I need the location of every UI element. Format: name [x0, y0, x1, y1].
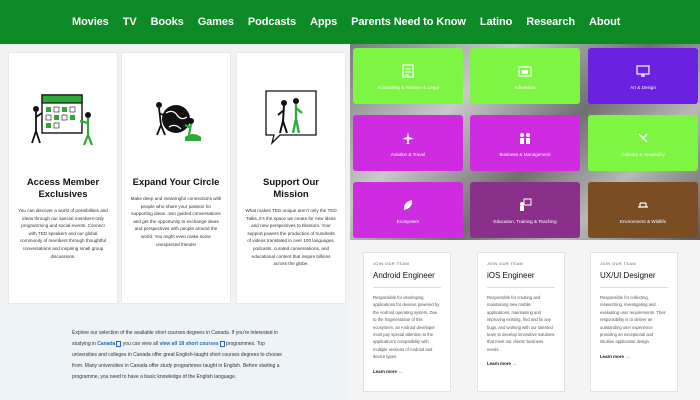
nav-item-about[interactable]: About: [589, 16, 620, 28]
card-body: What makes TED unique aren't only the TE…: [245, 208, 337, 267]
all-courses-link[interactable]: view all 18 short courses: [159, 341, 218, 347]
speech-bubble-people-illustration-icon: [245, 61, 337, 171]
arrow-right-icon: →: [625, 353, 630, 359]
leaf-icon: [400, 197, 416, 213]
chef-icon: [635, 130, 651, 146]
tile-label: Art & Design: [630, 84, 656, 90]
category-tile-education[interactable]: Education, Training & Teaching: [470, 182, 580, 238]
monitor-icon: [635, 63, 651, 79]
card-title: Expand Your Circle: [132, 177, 220, 188]
top-nav: Movies TV Books Games Podcasts Apps Pare…: [0, 0, 700, 44]
teacher-icon: [517, 197, 533, 213]
divider: [600, 287, 668, 288]
careers-section: Accounting & Finance & Legal Admission A…: [350, 44, 700, 400]
learn-more-link[interactable]: Learn more →: [373, 369, 441, 374]
tile-label: Aviation & Travel: [390, 151, 426, 157]
tree-icon: [635, 197, 651, 213]
document-icon: [400, 63, 416, 79]
job-description: Responsible for creating and maintaining…: [487, 295, 555, 352]
intro-text-part: you can view all: [121, 341, 160, 347]
tile-label: Business & Management: [499, 151, 551, 157]
airplane-icon: [400, 130, 416, 146]
card-title: Support Our Mission: [263, 177, 319, 200]
folder-icon: [517, 63, 533, 79]
tile-label: Admission: [514, 84, 536, 90]
calendar-illustration-icon: [17, 61, 109, 171]
membership-benefits-section: Access Member Exclusives You can discove…: [0, 44, 350, 400]
learn-more-link[interactable]: Learn more →: [600, 354, 668, 359]
divider: [487, 287, 555, 288]
category-tile-business[interactable]: Business & Management: [470, 115, 580, 171]
category-tile-aviation[interactable]: Aviation & Travel: [353, 115, 463, 171]
courses-intro-section: Explore our selection of the available s…: [0, 306, 350, 400]
job-eyebrow: JOIN OUR TEAM: [487, 262, 524, 266]
category-tile-culinary[interactable]: Culinary & Hospitality: [588, 115, 698, 171]
courses-intro-text: Explore our selection of the available s…: [72, 328, 290, 383]
canada-link[interactable]: Canada: [97, 341, 115, 347]
divider: [373, 287, 441, 288]
arrow-right-icon: →: [512, 361, 517, 367]
job-card-ux-ui-designer[interactable]: JOIN OUR TEAM UX/UI Designer Responsible…: [590, 252, 678, 392]
benefit-card-expand-circle: Expand Your Circle Make deep and meaning…: [121, 52, 231, 304]
tile-label: Accounting & Finance & Legal: [377, 84, 439, 90]
tile-label: Culinary & Hospitality: [621, 151, 665, 157]
job-eyebrow: JOIN OUR TEAM: [600, 262, 637, 266]
tile-label: Education, Training & Teaching: [493, 218, 557, 224]
nav-item-books[interactable]: Books: [151, 16, 184, 28]
job-title: iOS Engineer: [487, 271, 535, 280]
nav-item-latino[interactable]: Latino: [480, 16, 513, 28]
category-tile-art-design[interactable]: Art & Design: [588, 48, 698, 104]
globe-people-illustration-icon: [130, 61, 222, 171]
card-body: Make deep and meaningful connections wit…: [130, 196, 222, 247]
card-body: You can discover a world of possibilitie…: [18, 208, 108, 259]
job-eyebrow: JOIN OUR TEAM: [373, 262, 410, 266]
arrow-right-icon: →: [398, 368, 403, 374]
category-tile-accounting[interactable]: Accounting & Finance & Legal: [353, 48, 463, 104]
benefit-card-support-mission: Support Our Mission What makes TED uniqu…: [236, 52, 346, 304]
category-tile-ecosystem[interactable]: Ecosystem: [353, 182, 463, 238]
category-tile-environment[interactable]: Environment & Wildlife: [588, 182, 698, 238]
job-card-ios-engineer[interactable]: JOIN OUR TEAM iOS Engineer Responsible f…: [477, 252, 565, 392]
job-description: Responsible for developing applications …: [373, 295, 440, 360]
nav-item-movies[interactable]: Movies: [72, 16, 109, 28]
nav-item-podcasts[interactable]: Podcasts: [248, 16, 296, 28]
job-title: UX/UI Designer: [600, 271, 656, 280]
job-listings: JOIN OUR TEAM Android Engineer Responsib…: [350, 240, 700, 400]
category-tile-admission[interactable]: Admission: [470, 48, 580, 104]
people-icon: [517, 130, 533, 146]
card-title: Access Member Exclusives: [26, 177, 100, 200]
job-description: Responsible for collecting, researching,…: [600, 295, 666, 345]
tile-label: Environment & Wildlife: [619, 218, 667, 224]
benefit-card-member-exclusives: Access Member Exclusives You can discove…: [8, 52, 118, 304]
job-title: Android Engineer: [373, 271, 435, 280]
nav-item-games[interactable]: Games: [198, 16, 234, 28]
tile-label: Ecosystem: [396, 218, 420, 224]
job-card-android-engineer[interactable]: JOIN OUR TEAM Android Engineer Responsib…: [363, 252, 451, 392]
nav-item-research[interactable]: Research: [526, 16, 575, 28]
learn-more-link[interactable]: Learn more →: [487, 361, 555, 366]
nav-item-apps[interactable]: Apps: [310, 16, 337, 28]
nav-item-tv[interactable]: TV: [123, 16, 137, 28]
nav-item-parents-need-to-know[interactable]: Parents Need to Know: [351, 16, 466, 28]
